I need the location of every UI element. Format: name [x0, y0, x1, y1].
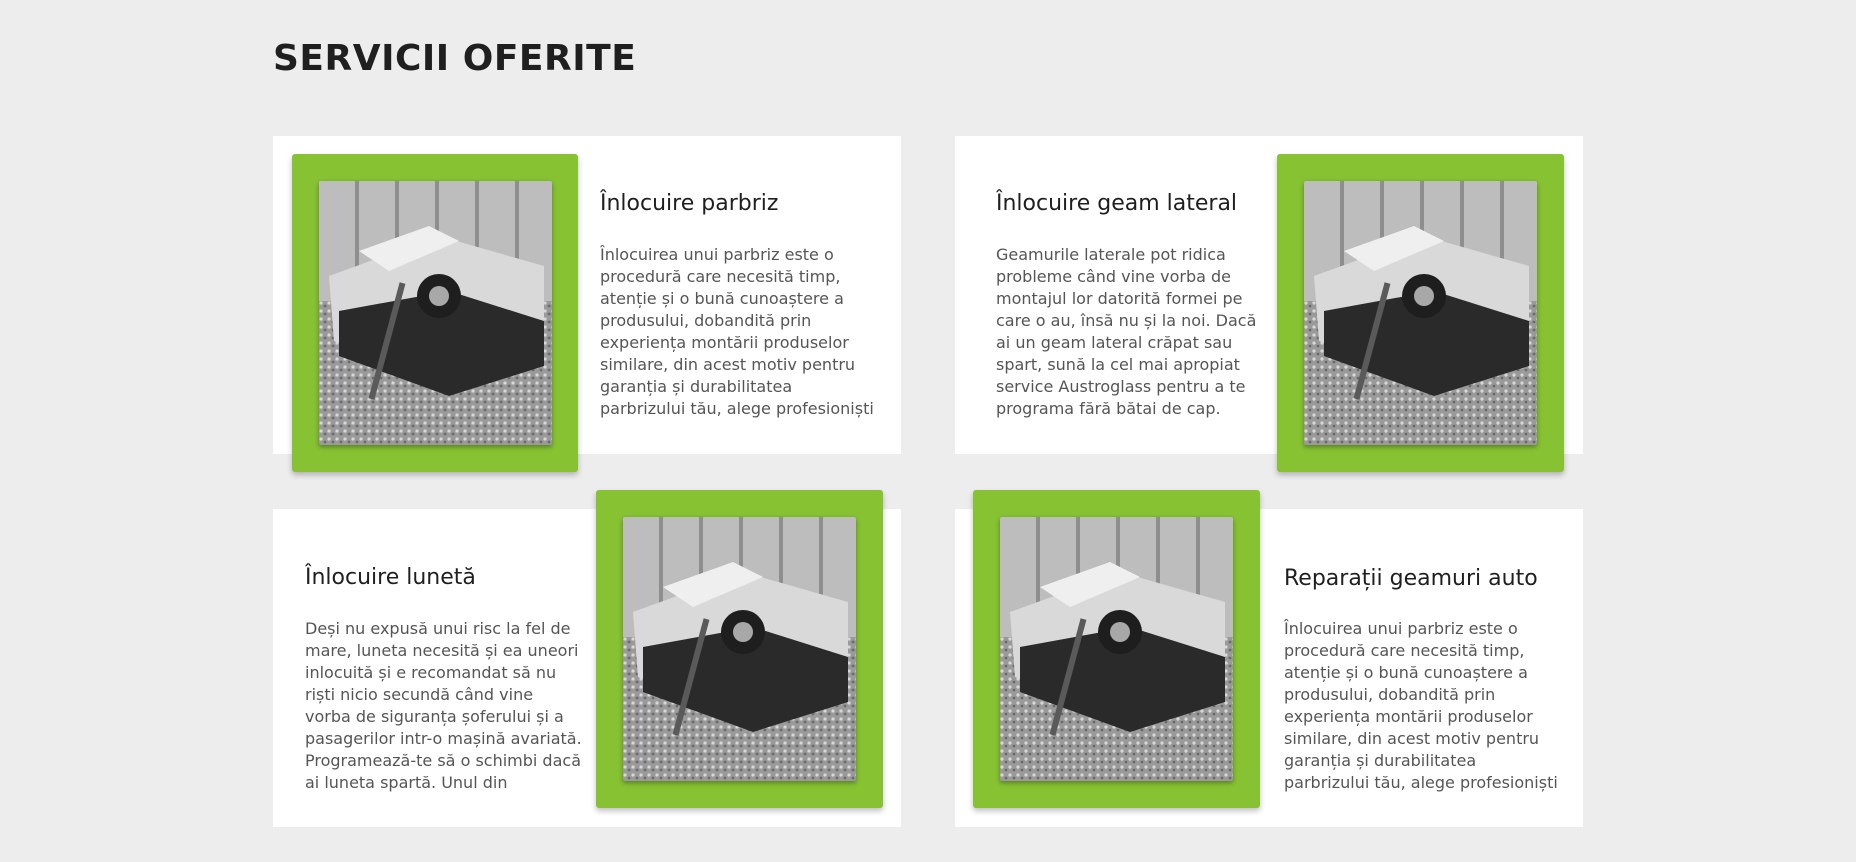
card-description: Înlocuirea unui parbriz este o procedură… [600, 245, 874, 424]
card-description: Înlocuirea unui parbriz este o procedură… [1284, 619, 1558, 798]
image-frame [292, 154, 578, 472]
card-title: Reparații geamuri auto [1284, 566, 1538, 591]
service-card-window-repair[interactable]: Reparații geamuri auto Înlocuirea unui p… [955, 490, 1583, 827]
card-description: Geamurile laterale pot ridica probleme c… [996, 245, 1257, 418]
car-photo [319, 181, 552, 445]
image-frame [596, 490, 883, 808]
section-title: SERVICII OFERITE [273, 38, 637, 79]
image-frame [973, 490, 1260, 808]
car-photo [1304, 181, 1537, 445]
car-photo [623, 517, 856, 781]
image-frame [1277, 154, 1564, 472]
card-title: Înlocuire geam lateral [996, 191, 1238, 216]
service-card-side-window[interactable]: Înlocuire geam lateral Geamurile lateral… [955, 136, 1583, 472]
service-card-windshield[interactable]: Înlocuire parbriz Înlocuirea unui parbri… [273, 136, 901, 472]
card-description: Deși nu expusă unui risc la fel de mare,… [305, 619, 582, 792]
card-title: Înlocuire parbriz [600, 191, 779, 216]
card-title: Înlocuire lunetă [305, 565, 476, 590]
services-page: SERVICII OFERITE Înlocuire parbriz Înloc… [0, 0, 1856, 862]
service-card-rear-window[interactable]: Înlocuire lunetă Deși nu expusă unui ris… [273, 490, 901, 827]
car-photo [1000, 517, 1233, 781]
